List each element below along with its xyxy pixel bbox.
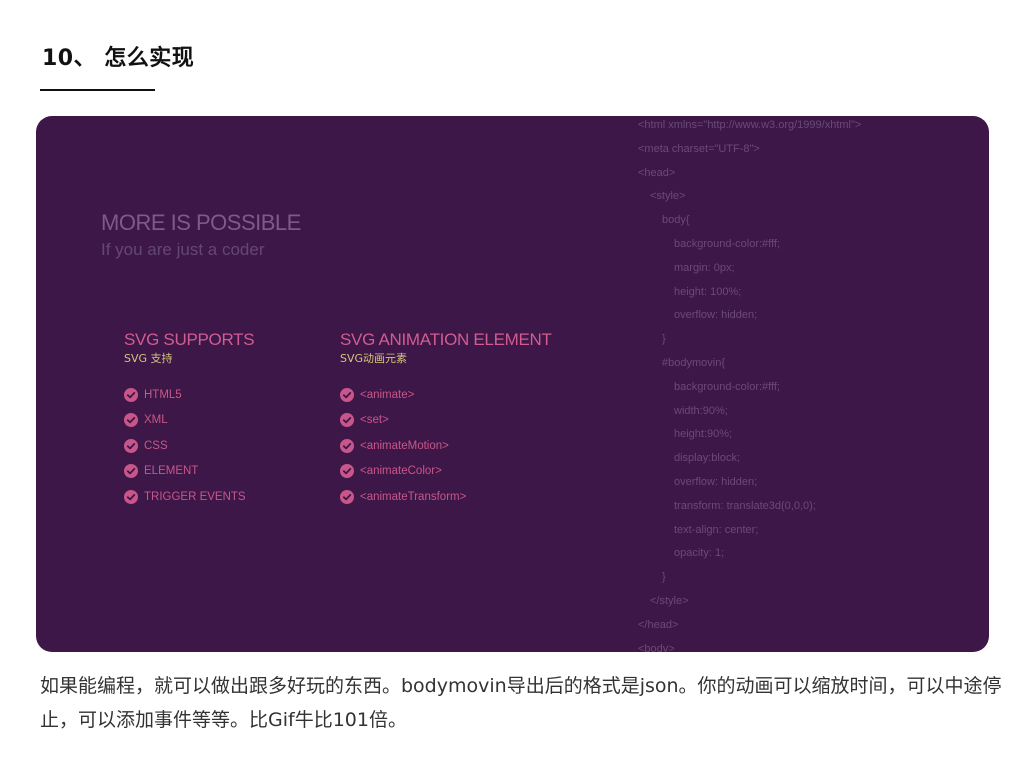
check-circle-icon bbox=[124, 387, 138, 402]
code-line: text-align: center; bbox=[674, 523, 759, 536]
code-line: </style> bbox=[650, 594, 689, 607]
code-line: background-color:#fff; bbox=[674, 237, 780, 250]
caption-paragraph: 如果能编程，就可以做出跟多好玩的东西。bodymovin导出后的格式是json。… bbox=[40, 675, 1002, 731]
code-line: background-color:#fff; bbox=[674, 380, 780, 393]
code-line: overflow: hidden; bbox=[674, 309, 758, 322]
list-item: <animateTransform> bbox=[340, 484, 552, 510]
supports-list: HTML5 XML CSS ELEMENT TRIGGER EVENTS bbox=[124, 382, 254, 510]
check-circle-icon bbox=[124, 438, 138, 453]
check-circle-icon bbox=[124, 464, 138, 479]
code-line: transform: translate3d(0,0,0); bbox=[674, 499, 816, 512]
list-item-label: <animate> bbox=[360, 388, 415, 401]
code-line: <html xmlns="http://www.w3.org/1999/xhtm… bbox=[638, 119, 862, 131]
list-item-label: CSS bbox=[144, 439, 168, 452]
code-line: width:90%; bbox=[674, 404, 728, 417]
check-circle-icon bbox=[340, 464, 354, 479]
code-line: } bbox=[662, 333, 666, 346]
code-line: <head> bbox=[638, 166, 676, 179]
list-item-label: <animateColor> bbox=[360, 465, 442, 478]
code-line: <meta charset="UTF-8"> bbox=[638, 142, 760, 155]
column-subtitle: SVG动画元素 bbox=[340, 352, 408, 365]
heading-underline bbox=[40, 89, 155, 91]
column-title: SVG ANIMATION ELEMENT bbox=[340, 330, 552, 349]
list-item-label: XML bbox=[144, 414, 168, 427]
list-item: <animateMotion> bbox=[340, 433, 552, 459]
slide-subtitle: If you are just a coder bbox=[101, 240, 265, 259]
code-line: overflow: hidden; bbox=[674, 475, 758, 488]
code-snippet: <html xmlns="http://www.w3.org/1999/xhtm… bbox=[638, 116, 861, 652]
code-line: body{ bbox=[662, 214, 690, 227]
check-circle-icon bbox=[340, 413, 354, 428]
list-item-label: <animateTransform> bbox=[360, 490, 467, 503]
code-line: height: 100%; bbox=[674, 285, 742, 298]
code-line: #bodymovin{ bbox=[662, 356, 725, 369]
code-line: <style> bbox=[650, 190, 686, 203]
svg-animation-column: SVG ANIMATION ELEMENT SVG动画元素 <animate> … bbox=[340, 330, 552, 510]
animation-elements-list: <animate> <set> <animateMotion> <animate… bbox=[340, 382, 552, 510]
list-item: TRIGGER EVENTS bbox=[124, 484, 254, 510]
list-item: <set> bbox=[340, 408, 552, 434]
check-circle-icon bbox=[340, 438, 354, 453]
section-heading: 10、 怎么实现 bbox=[42, 46, 195, 71]
list-item-label: HTML5 bbox=[144, 388, 182, 401]
code-line: </head> bbox=[638, 618, 679, 631]
column-subtitle: SVG 支持 bbox=[124, 352, 173, 365]
check-circle-icon bbox=[340, 489, 354, 504]
list-item-label: ELEMENT bbox=[144, 465, 199, 478]
list-item-label: <animateMotion> bbox=[360, 439, 449, 452]
slide-title: MORE IS POSSIBLE bbox=[101, 210, 301, 235]
page: 10、 怎么实现 MORE IS POSSIBLE If you are jus… bbox=[0, 0, 1024, 768]
list-item: XML bbox=[124, 408, 254, 434]
code-line: height:90%; bbox=[674, 428, 733, 441]
slide-image: MORE IS POSSIBLE If you are just a coder… bbox=[36, 116, 989, 652]
list-item: CSS bbox=[124, 433, 254, 459]
check-circle-icon bbox=[124, 489, 138, 504]
check-circle-icon bbox=[124, 413, 138, 428]
code-line: <body> bbox=[638, 642, 675, 652]
list-item: <animateColor> bbox=[340, 459, 552, 485]
list-item: ELEMENT bbox=[124, 459, 254, 485]
code-line: display:block; bbox=[674, 452, 741, 465]
code-line: margin: 0px; bbox=[674, 261, 735, 274]
code-line: opacity: 1; bbox=[674, 547, 725, 560]
check-circle-icon bbox=[340, 387, 354, 402]
code-line: } bbox=[662, 571, 666, 584]
list-item: <animate> bbox=[340, 382, 552, 408]
list-item: HTML5 bbox=[124, 382, 254, 408]
list-item-label: <set> bbox=[360, 414, 389, 427]
list-item-label: TRIGGER EVENTS bbox=[144, 490, 246, 503]
svg-supports-column: SVG SUPPORTS SVG 支持 HTML5 XML CSS ELEMEN… bbox=[124, 330, 255, 510]
column-title: SVG SUPPORTS bbox=[124, 330, 255, 349]
